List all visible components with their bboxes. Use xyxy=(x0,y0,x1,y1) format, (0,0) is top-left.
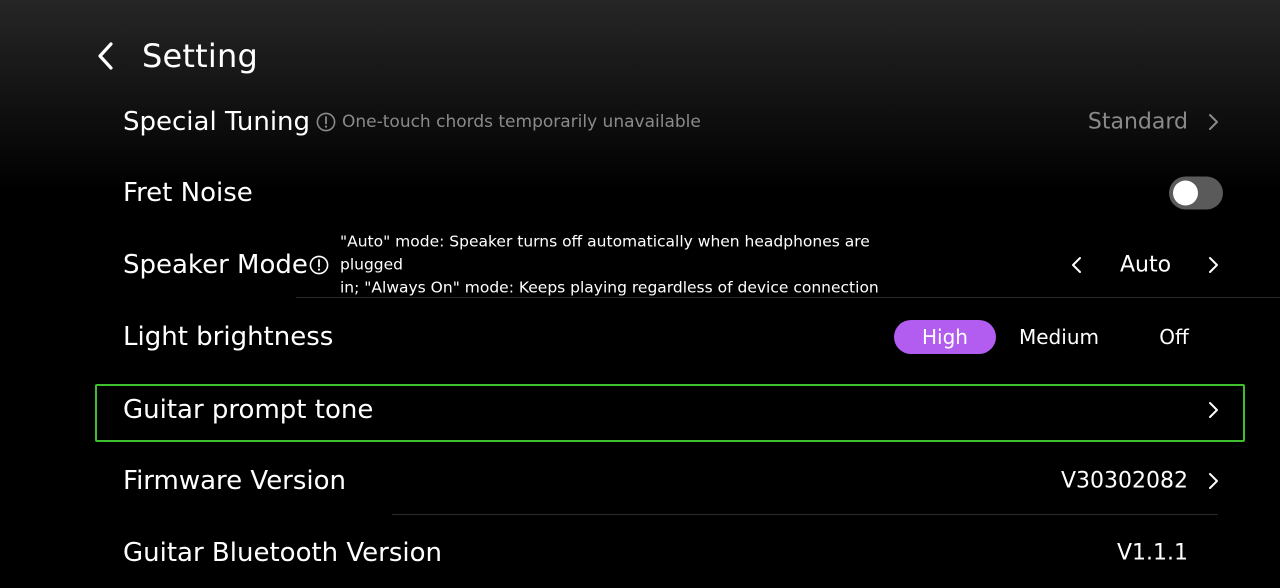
bluetooth-version-value: V1.1.1 xyxy=(1116,540,1188,566)
speaker-mode-description: "Auto" mode: Speaker turns off automatic… xyxy=(340,231,910,300)
header: Setting xyxy=(96,30,258,82)
special-tuning-label: Special Tuning xyxy=(123,107,311,137)
info-icon xyxy=(316,112,336,132)
special-tuning-hint-text: One-touch chords temporarily unavailable xyxy=(342,112,701,132)
light-brightness-label: Light brightness xyxy=(123,322,334,352)
fret-noise-row: Fret Noise xyxy=(96,165,1244,221)
chevron-left-icon[interactable] xyxy=(1070,256,1082,274)
firmware-version-label: Firmware Version xyxy=(123,466,347,496)
chevron-left-icon xyxy=(98,42,113,70)
fret-noise-toggle[interactable] xyxy=(1169,176,1223,210)
fret-noise-label: Fret Noise xyxy=(123,178,253,208)
bluetooth-version-row: Guitar Bluetooth Version V1.1.1 xyxy=(96,525,1244,581)
speaker-mode-label: Speaker Mode xyxy=(123,250,308,280)
chevron-right-icon xyxy=(1209,473,1218,489)
special-tuning-row[interactable]: Special Tuning One-touch chords temporar… xyxy=(96,94,1244,150)
info-icon[interactable] xyxy=(309,255,329,275)
firmware-version-value: V30302082 xyxy=(1060,468,1188,494)
chevron-right-icon[interactable] xyxy=(1208,256,1220,274)
divider xyxy=(392,514,1218,515)
brightness-option-medium[interactable]: Medium xyxy=(1008,320,1110,354)
page-title: Setting xyxy=(142,37,258,75)
divider xyxy=(296,297,1280,298)
back-button[interactable] xyxy=(96,32,130,80)
special-tuning-value: Standard xyxy=(1087,109,1188,135)
brightness-option-off[interactable]: Off xyxy=(1136,320,1212,354)
chevron-right-icon xyxy=(1209,114,1218,130)
light-brightness-row: Light brightness High Medium Off xyxy=(96,309,1244,365)
settings-page: Setting Special Tuning One-touch chords … xyxy=(0,0,1280,588)
speaker-mode-row: Speaker Mode "Auto" mode: Speaker turns … xyxy=(96,233,1244,297)
brightness-option-high[interactable]: High xyxy=(894,320,996,354)
speaker-mode-value: Auto xyxy=(1120,252,1172,278)
speaker-mode-description-line1: "Auto" mode: Speaker turns off automatic… xyxy=(340,232,870,274)
focus-outline xyxy=(95,384,1245,442)
bluetooth-version-label: Guitar Bluetooth Version xyxy=(123,538,443,568)
firmware-version-row[interactable]: Firmware Version V30302082 xyxy=(96,453,1244,509)
toggle-knob xyxy=(1173,180,1198,206)
special-tuning-hint: One-touch chords temporarily unavailable xyxy=(316,112,701,132)
